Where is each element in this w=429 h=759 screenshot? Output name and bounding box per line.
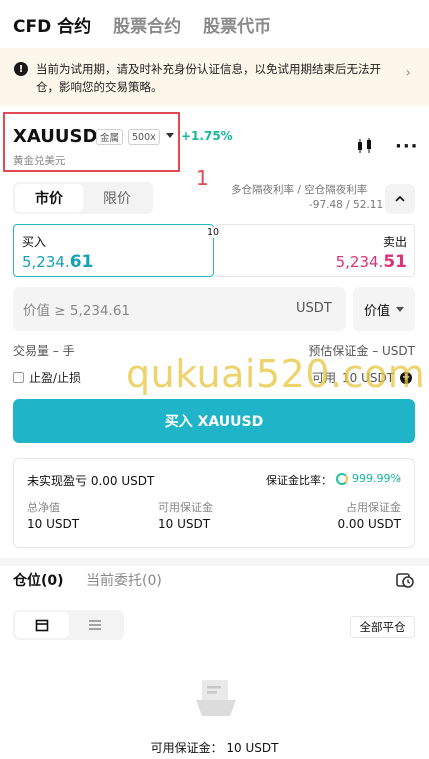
leverage-tag[interactable]: 500x (128, 129, 160, 145)
symbol-dropdown-icon[interactable] (166, 133, 174, 138)
candlestick-chart-icon[interactable] (356, 137, 374, 158)
volume-text: 交易量 – 手 (13, 344, 75, 358)
used-margin-label: 占用保证金 (346, 501, 401, 514)
grid-view-button[interactable] (15, 612, 69, 638)
spread-value: 10 (200, 227, 226, 238)
buy-price-main: 5,234. (22, 253, 70, 271)
available-row: 可用 10 USDT + (312, 369, 413, 386)
tpsl-checkbox[interactable] (13, 372, 24, 383)
tab-open-orders[interactable]: 当前委托(0) (86, 570, 162, 590)
available-margin-label: 可用保证金 (158, 501, 213, 514)
more-icon[interactable]: ··· (395, 136, 419, 157)
caret-down-icon (396, 306, 404, 312)
footer-available-margin: 可用保证金： 10 USDT (150, 741, 279, 755)
notice-text: 当前为试用期，请及时补充身份认证信息，以免试用期结束后无法开仓，影响您的交易策略… (36, 62, 381, 94)
empty-state-icon (194, 678, 238, 721)
collapse-button[interactable] (385, 184, 415, 214)
tpsl-checkbox-row[interactable]: 止盈/止损 (13, 369, 81, 386)
order-type-toggle: 市价 限价 (13, 182, 153, 214)
overnight-rate-label: 多仓隔夜利率 / 空仓隔夜利率 (231, 184, 368, 196)
margin-ratio-value[interactable]: 999.99% (352, 472, 401, 485)
annotation-number: 1 (196, 166, 209, 190)
trial-notice-banner[interactable]: ! 当前为试用期，请及时补充身份认证信息，以免试用期结束后无法开仓，影响您的交易… (0, 48, 429, 106)
price-change: +1.75% (181, 129, 233, 143)
used-margin-value: 0.00 USDT (337, 517, 401, 531)
buy-button[interactable]: 买入 XAUUSD (13, 399, 415, 443)
list-view-button[interactable] (69, 612, 123, 638)
tab-positions[interactable]: 仓位(0) (13, 570, 64, 590)
ratio-gauge-icon (336, 473, 348, 485)
unrealized-pnl: 未实现盈亏 0.00 USDT (27, 474, 155, 488)
value-mode-label: 价值 (363, 303, 390, 319)
tab-stock-contract[interactable]: 股票合约 (113, 12, 181, 37)
symbol-subtitle: 黄金兑美元 (13, 155, 66, 167)
list-icon (89, 620, 102, 630)
available-label: 可用 (312, 371, 337, 385)
close-all-button[interactable]: 全部平仓 (350, 616, 415, 638)
symbol-name[interactable]: XAUUSD (13, 126, 97, 147)
market-order-tab[interactable]: 市价 (15, 184, 83, 212)
buy-label: 买入 (22, 235, 47, 249)
chevron-up-icon (395, 195, 405, 202)
value-unit: USDT (296, 301, 332, 316)
view-toggle (13, 610, 124, 640)
warning-icon: ! (14, 62, 28, 76)
estimated-margin-text: 预估保证金 – USDT (308, 344, 415, 358)
calendar-icon (35, 619, 49, 632)
overnight-rate-value: -97.48 / 52.11 (309, 199, 384, 211)
buy-price: 5,234.61 (22, 252, 93, 272)
equity-value: 10 USDT (27, 517, 80, 531)
tab-cfd[interactable]: CFD 合约 (13, 12, 91, 37)
tab-stock-token[interactable]: 股票代币 (203, 12, 271, 37)
sell-price-tail: 51 (383, 252, 407, 272)
value-mode-select[interactable]: 价值 (353, 287, 415, 331)
sell-price-main: 5,234. (335, 253, 384, 271)
chevron-right-icon[interactable]: › (397, 471, 401, 484)
history-icon[interactable] (396, 570, 414, 591)
section-divider (0, 558, 429, 566)
chevron-right-icon[interactable]: › (405, 65, 411, 81)
top-tabs: CFD 合约 股票合约 股票代币 (13, 8, 429, 40)
available-value: 10 USDT (342, 370, 395, 385)
limit-order-tab[interactable]: 限价 (83, 184, 151, 212)
tpsl-label: 止盈/止损 (29, 371, 82, 385)
category-tag: 金属 (96, 129, 124, 145)
sell-label: 卖出 (382, 235, 407, 249)
equity-label: 总净值 (27, 501, 60, 514)
available-margin-value: 10 USDT (158, 517, 211, 531)
buy-price-tail: 61 (69, 252, 94, 272)
margin-ratio-label: 保证金比率： (266, 474, 332, 487)
add-funds-icon[interactable]: + (400, 371, 413, 384)
sell-price: 5,234.51 (336, 252, 407, 272)
